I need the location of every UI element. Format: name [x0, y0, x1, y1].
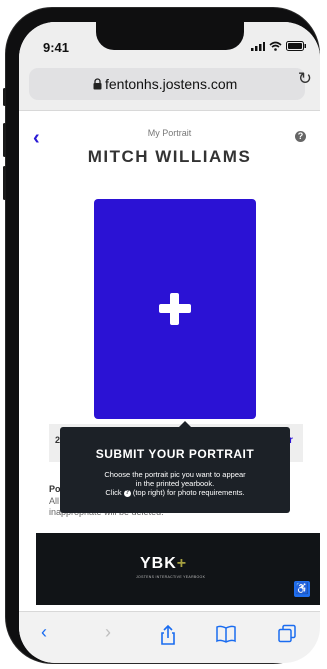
volume-down-button	[3, 166, 6, 200]
share-icon[interactable]	[159, 624, 177, 646]
accessibility-icon[interactable]: ♿	[294, 581, 310, 597]
tooltip-line-3-pre: Click	[105, 488, 122, 497]
note-title: Po	[49, 484, 61, 494]
page-content: ‹ ? My Portrait MITCH WILLIAMS 2 r Po Al…	[19, 111, 320, 611]
mute-switch	[3, 88, 6, 106]
battery-icon	[286, 41, 306, 51]
tooltip-line-3-post: (top right) for photo requirements.	[132, 488, 245, 497]
url-text: fentonhs.jostens.com	[105, 76, 238, 92]
status-icons	[251, 41, 306, 51]
plus-icon-bar	[159, 304, 191, 313]
address-bar[interactable]: fentonhs.jostens.com	[29, 68, 305, 100]
tooltip-arrow	[178, 421, 192, 428]
tooltip-line-1: Choose the portrait pic you want to appe…	[104, 470, 246, 479]
reload-icon[interactable]: ↻	[298, 69, 312, 89]
tooltip-line-2: in the printed yearbook.	[135, 479, 215, 488]
logo-plus: +	[176, 555, 188, 572]
lock-icon	[93, 78, 102, 90]
tooltip-body: Choose the portrait pic you want to appe…	[70, 470, 280, 497]
breadcrumb: My Portrait	[147, 128, 192, 138]
browser-toolbar: ‹ ›	[19, 611, 320, 663]
notch	[96, 22, 244, 50]
logo-text: YBK	[140, 555, 177, 572]
bookmarks-icon[interactable]	[215, 625, 237, 643]
ybk-logo: YBK+	[140, 555, 187, 573]
logo-subtitle: JOSTENS INTERACTIVE YEARBOOK	[136, 575, 206, 579]
phone-screen: 9:41 fentonhs.jostens.com ↻ ‹ ? My Portr…	[19, 22, 320, 663]
browser-address-area: fentonhs.jostens.com ↻	[19, 62, 320, 111]
wifi-icon	[269, 41, 282, 51]
status-time: 9:41	[43, 40, 70, 55]
portrait-upload-area[interactable]	[94, 199, 256, 419]
footer-banner: YBK+ JOSTENS INTERACTIVE YEARBOOK ♿	[36, 533, 320, 605]
tooltip-title: SUBMIT YOUR PORTRAIT	[95, 447, 255, 461]
forward-icon[interactable]: ›	[105, 622, 111, 643]
tabs-icon[interactable]	[277, 624, 297, 644]
student-name: MITCH WILLIAMS	[87, 147, 252, 166]
tooltip-line-3: Click ? (top right) for photo requiremen…	[70, 488, 280, 497]
submit-portrait-tooltip[interactable]: SUBMIT YOUR PORTRAIT Choose the portrait…	[60, 421, 290, 513]
signal-icon	[251, 41, 265, 51]
volume-up-button	[3, 123, 6, 157]
help-icon-inline: ?	[123, 489, 131, 497]
phone-frame: 9:41 fentonhs.jostens.com ↻ ‹ ? My Portr…	[3, 8, 320, 663]
back-icon[interactable]: ‹	[41, 622, 47, 643]
